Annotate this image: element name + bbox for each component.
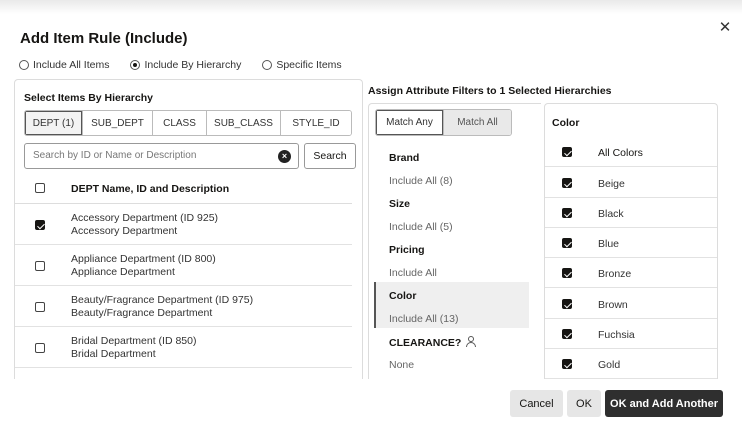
row-description: Beauty/Fragrance Department bbox=[71, 307, 213, 319]
attribute-value: Include All (13) bbox=[389, 313, 459, 325]
row-title: Accessory Department (ID 925) bbox=[71, 212, 219, 224]
match-all-button[interactable]: Match All bbox=[443, 110, 511, 135]
attribute-filters-title: Assign Attribute Filters to 1 Selected H… bbox=[368, 85, 612, 97]
dialog-title: Add Item Rule (Include) bbox=[20, 30, 188, 47]
tab-style-id[interactable]: STYLE_ID bbox=[281, 111, 351, 135]
radio-label: Specific Items bbox=[276, 59, 342, 71]
search-box: × bbox=[24, 143, 299, 169]
tab-sub-dept[interactable]: SUB_DEPT bbox=[83, 111, 153, 135]
row-checkbox[interactable] bbox=[35, 220, 45, 230]
attribute-value: Include All (5) bbox=[389, 221, 453, 233]
list-item[interactable]: Bridal Department (ID 850) Bridal Depart… bbox=[15, 327, 352, 368]
row-description: Accessory Department bbox=[71, 225, 178, 237]
row-title: Beauty/Fragrance Department (ID 975) bbox=[71, 294, 254, 306]
color-item-black[interactable]: Black bbox=[545, 198, 717, 228]
list-header-label: DEPT Name, ID and Description bbox=[71, 183, 230, 195]
color-panel-title: Color bbox=[552, 117, 580, 129]
color-item-gold[interactable]: Gold bbox=[545, 349, 717, 379]
all-colors-checkbox[interactable] bbox=[562, 147, 572, 157]
match-any-button[interactable]: Match Any bbox=[376, 110, 443, 135]
color-label: Blue bbox=[598, 238, 620, 250]
tab-sub-class[interactable]: SUB_CLASS bbox=[207, 111, 281, 135]
row-description: Appliance Department bbox=[71, 266, 175, 278]
attribute-value: Include All bbox=[389, 267, 437, 279]
color-checkbox[interactable] bbox=[562, 359, 572, 369]
top-band bbox=[0, 0, 742, 14]
attribute-name: Size bbox=[389, 198, 411, 210]
radio-include-by-hierarchy[interactable]: Include By Hierarchy bbox=[130, 59, 241, 71]
color-item-blue[interactable]: Blue bbox=[545, 228, 717, 258]
attribute-value: Include All (8) bbox=[389, 175, 453, 187]
color-checkbox[interactable] bbox=[562, 238, 572, 248]
ok-and-add-another-button[interactable]: OK and Add Another bbox=[605, 390, 723, 417]
color-item-beige[interactable]: Beige bbox=[545, 168, 717, 198]
radio-include-all-items[interactable]: Include All Items bbox=[19, 59, 109, 71]
color-checkbox[interactable] bbox=[562, 329, 572, 339]
hierarchy-tabs: DEPT (1) SUB_DEPT CLASS SUB_CLASS STYLE_… bbox=[24, 110, 352, 136]
attribute-item-size[interactable]: Size Include All (5) bbox=[369, 194, 529, 240]
person-icon bbox=[465, 336, 476, 347]
row-checkbox[interactable] bbox=[35, 343, 45, 353]
attribute-item-color[interactable]: Color Include All (13) bbox=[374, 282, 529, 328]
ok-button[interactable]: OK bbox=[567, 390, 601, 417]
list-item[interactable]: Appliance Department (ID 800) Appliance … bbox=[15, 245, 352, 286]
color-label: Black bbox=[598, 208, 624, 220]
close-icon[interactable]: ✕ bbox=[718, 20, 732, 35]
radio-circle[interactable] bbox=[262, 60, 273, 70]
tab-class[interactable]: CLASS bbox=[153, 111, 207, 135]
clear-search-icon[interactable]: × bbox=[278, 150, 291, 163]
attribute-value: None bbox=[389, 359, 415, 371]
list-item[interactable]: Beauty/Fragrance Department (ID 975) Bea… bbox=[15, 286, 352, 327]
color-label: Beige bbox=[598, 178, 625, 190]
row-description: Bridal Department bbox=[71, 348, 156, 360]
row-checkbox[interactable] bbox=[35, 261, 45, 271]
radio-label: Include By Hierarchy bbox=[144, 59, 242, 71]
color-label: Brown bbox=[598, 299, 628, 311]
hierarchy-panel: Select Items By Hierarchy DEPT (1) SUB_D… bbox=[14, 79, 363, 379]
scope-radio-group: Include All Items Include By Hierarchy S… bbox=[19, 59, 363, 71]
color-item-bronze[interactable]: Bronze bbox=[545, 258, 717, 288]
color-checkbox[interactable] bbox=[562, 299, 572, 309]
tab-dept[interactable]: DEPT (1) bbox=[25, 111, 83, 135]
row-checkbox[interactable] bbox=[35, 302, 45, 312]
attribute-name: Pricing bbox=[389, 244, 425, 256]
attribute-item-brand[interactable]: Brand Include All (8) bbox=[369, 148, 529, 194]
search-button[interactable]: Search bbox=[304, 143, 356, 169]
attribute-item-pricing[interactable]: Pricing Include All bbox=[369, 240, 529, 286]
list-item[interactable]: Accessory Department (ID 925) Accessory … bbox=[15, 204, 352, 245]
color-item-brown[interactable]: Brown bbox=[545, 289, 717, 319]
attribute-panel: Match Any Match All Brand Include All (8… bbox=[368, 103, 541, 379]
attribute-name-text: CLEARANCE? bbox=[389, 337, 462, 349]
radio-specific-items[interactable]: Specific Items bbox=[262, 59, 342, 71]
select-all-checkbox[interactable] bbox=[35, 183, 45, 193]
search-input[interactable] bbox=[33, 150, 273, 161]
attribute-name: CLEARANCE? bbox=[389, 336, 476, 349]
row-title: Appliance Department (ID 800) bbox=[71, 253, 216, 265]
match-toggle: Match Any Match All bbox=[375, 109, 512, 136]
radio-circle-selected[interactable] bbox=[130, 60, 141, 70]
all-colors-row[interactable]: All Colors bbox=[545, 137, 717, 167]
color-label: Fuchsia bbox=[598, 329, 635, 341]
color-label: Bronze bbox=[598, 268, 632, 280]
color-checkbox[interactable] bbox=[562, 268, 572, 278]
color-label: Gold bbox=[598, 359, 621, 371]
cancel-button[interactable]: Cancel bbox=[510, 390, 563, 417]
hierarchy-panel-title: Select Items By Hierarchy bbox=[24, 92, 153, 104]
color-checkbox[interactable] bbox=[562, 208, 572, 218]
attribute-name: Color bbox=[389, 290, 417, 302]
color-checkbox[interactable] bbox=[562, 178, 572, 188]
color-item-fuchsia[interactable]: Fuchsia bbox=[545, 319, 717, 349]
row-title: Bridal Department (ID 850) bbox=[71, 335, 197, 347]
color-panel: Color All Colors Beige Black Blue Bronze… bbox=[544, 103, 718, 379]
attribute-name: Brand bbox=[389, 152, 420, 164]
all-colors-label: All Colors bbox=[598, 147, 643, 159]
attribute-item-clearance[interactable]: CLEARANCE? None bbox=[369, 332, 529, 378]
radio-circle[interactable] bbox=[19, 60, 29, 70]
list-header: DEPT Name, ID and Description bbox=[15, 174, 352, 204]
radio-label: Include All Items bbox=[33, 59, 110, 71]
